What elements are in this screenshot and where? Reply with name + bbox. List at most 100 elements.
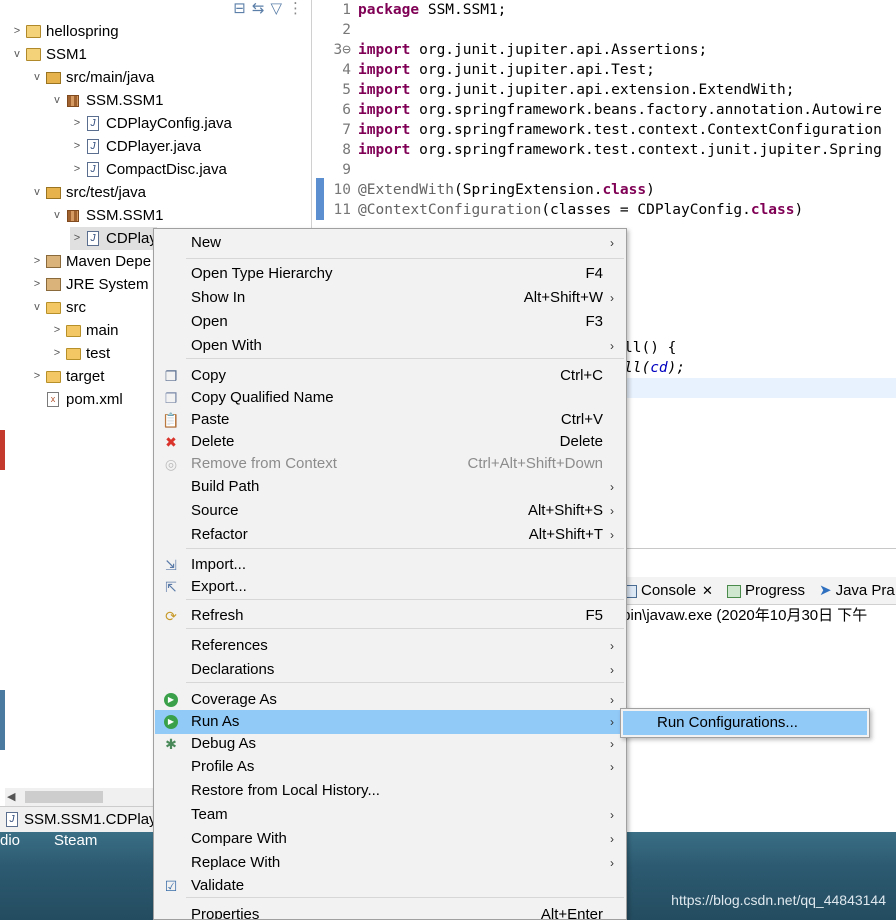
tree-item[interactable]: > J CompactDisc.java	[70, 158, 227, 181]
tree-item[interactable]: > J CDPlayer.java	[70, 135, 201, 158]
chevron-down-icon[interactable]: v	[30, 66, 44, 89]
tree-item[interactable]: v src	[30, 296, 86, 319]
line-number: 11	[333, 202, 351, 218]
tree-item[interactable]: > J CDPlayConfig.java	[70, 112, 232, 135]
desktop-label-dio[interactable]: dio	[0, 832, 20, 849]
menu-item-label: Replace With	[191, 854, 281, 871]
chevron-down-icon[interactable]: v	[30, 181, 44, 204]
desktop-label-steam[interactable]: Steam	[54, 832, 97, 849]
chevron-down-icon[interactable]: v	[30, 296, 44, 319]
menu-item-label: Show In	[191, 289, 246, 306]
tree-item-label: src/main/java	[66, 69, 155, 86]
chevron-right-icon[interactable]: >	[30, 250, 44, 273]
folder-icon-glyph	[45, 301, 61, 314]
chevron-down-icon[interactable]: v	[50, 204, 64, 227]
menu-item-copy-qualified-name[interactable]: ❐ Copy Qualified Name	[155, 386, 625, 410]
menu-item-declarations[interactable]: Declarations ›	[155, 658, 625, 682]
menu-item-shortcut: Ctrl+V	[560, 411, 603, 428]
tree-item[interactable]: v src/main/java	[30, 66, 154, 89]
menu-item-team[interactable]: Team ›	[155, 803, 625, 827]
menu-item-open-type-hierarchy[interactable]: Open Type Hierarchy F4	[155, 262, 625, 286]
code-text: package SSM.SSM1;	[358, 2, 507, 18]
menu-item-debug-as[interactable]: ✱ Debug As ›	[155, 732, 625, 756]
chevron-right-icon[interactable]: >	[10, 20, 24, 43]
menu-item-label: Open	[191, 313, 228, 330]
tree-item[interactable]: > JRE System	[30, 273, 149, 296]
menu-item-copy[interactable]: ❐ Copy Ctrl+C	[155, 364, 625, 388]
menu-item-label: Copy	[191, 367, 227, 384]
folder-icon	[64, 323, 82, 339]
tab-java-pra[interactable]: ➤ Java Pra	[819, 577, 895, 605]
tree-item[interactable]: v SSM.SSM1	[50, 89, 164, 112]
tree-item-label: target	[66, 368, 105, 385]
tab-progress[interactable]: Progress	[727, 577, 805, 605]
chevron-right-icon: ›	[610, 693, 614, 707]
close-icon[interactable]: ✕	[702, 577, 713, 605]
source-folder-icon-glyph	[45, 71, 61, 84]
menu-item-open[interactable]: Open F3	[155, 310, 625, 334]
chevron-down-icon[interactable]: v	[10, 43, 24, 66]
menu-item-build-path[interactable]: Build Path ›	[155, 475, 625, 499]
tree-item[interactable]: > target	[30, 365, 105, 388]
chevron-right-icon[interactable]: >	[50, 342, 64, 365]
filter-icon[interactable]: ▽	[270, 0, 282, 20]
menu-item-source[interactable]: Source Alt+Shift+S ›	[155, 499, 625, 523]
scroll-left-icon[interactable]: ◀	[7, 788, 15, 806]
menu-item-shortcut: Alt+Shift+S	[527, 502, 603, 519]
chevron-right-icon[interactable]: >	[70, 158, 84, 181]
chevron-right-icon[interactable]: >	[70, 135, 84, 158]
menu-item-properties[interactable]: Properties Alt+Enter	[155, 903, 625, 920]
menu-item-open-with[interactable]: Open With ›	[155, 334, 625, 358]
menu-item-new[interactable]: New ›	[155, 231, 625, 255]
menu-item-validate[interactable]: ☑ Validate	[155, 874, 625, 898]
menu-item-compare-with[interactable]: Compare With ›	[155, 827, 625, 851]
chevron-right-icon[interactable]: >	[70, 112, 84, 135]
tree-item[interactable]: > hellospring	[10, 20, 119, 43]
chevron-right-icon[interactable]: >	[70, 227, 84, 250]
tree-item[interactable]: v src/test/java	[30, 181, 146, 204]
menu-item-label: Remove from Context	[191, 455, 337, 472]
line-number: 4	[342, 62, 351, 78]
tree-item[interactable]: > J CDPlay	[70, 227, 157, 250]
line-number: 9	[342, 162, 351, 178]
link-with-editor-icon[interactable]: ⇆	[252, 0, 265, 20]
menu-item-replace-with[interactable]: Replace With ›	[155, 851, 625, 875]
menu-item-shortcut: Ctrl+Alt+Shift+Down	[467, 455, 603, 472]
menu-item-run-as[interactable]: ▶ Run As ›	[155, 710, 625, 734]
menu-item-show-in[interactable]: Show In Alt+Shift+W ›	[155, 286, 625, 310]
java-file-icon: J	[84, 231, 102, 247]
menu-item-run-configurations[interactable]: Run Configurations...	[623, 711, 867, 735]
menu-separator	[186, 628, 624, 629]
menu-item-shortcut: Alt+Shift+W	[523, 289, 603, 306]
menu-item-coverage-as[interactable]: ▶ Coverage As ›	[155, 688, 625, 712]
tree-item[interactable]: v SSM1	[10, 43, 87, 66]
chevron-right-icon[interactable]: >	[30, 273, 44, 296]
collapse-all-icon[interactable]: ⊟	[233, 0, 246, 20]
menu-item-import[interactable]: ⇲ Import...	[155, 553, 625, 577]
tree-item[interactable]: > test	[50, 342, 110, 365]
view-menu-icon[interactable]: ⋮	[288, 0, 303, 20]
chevron-right-icon: ›	[610, 291, 614, 305]
menu-item-label: Build Path	[191, 478, 260, 495]
menu-item-export[interactable]: ⇱ Export...	[155, 575, 625, 599]
chevron-down-icon[interactable]: v	[50, 89, 64, 112]
tree-item-label: SSM.SSM1	[86, 92, 164, 109]
tree-item[interactable]: x pom.xml	[30, 388, 123, 411]
tree-item[interactable]: v SSM.SSM1	[50, 204, 163, 227]
menu-item-references[interactable]: References ›	[155, 634, 625, 658]
tab-console[interactable]: Console ✕	[623, 577, 713, 605]
tree-item[interactable]: > main	[50, 319, 119, 342]
menu-item-shortcut: Alt+Enter	[540, 906, 603, 920]
chevron-right-icon[interactable]: >	[30, 365, 44, 388]
menu-item-restore-from-local-history[interactable]: Restore from Local History...	[155, 779, 625, 803]
chevron-right-icon: ›	[610, 528, 614, 542]
menu-item-refactor[interactable]: Refactor Alt+Shift+T ›	[155, 523, 625, 547]
menu-item-delete[interactable]: ✖ Delete Delete	[155, 430, 625, 454]
chevron-right-icon: ›	[610, 808, 614, 822]
menu-item-refresh[interactable]: ⟳ Refresh F5	[155, 604, 625, 628]
scrollbar-thumb[interactable]	[25, 791, 103, 803]
chevron-right-icon[interactable]: >	[50, 319, 64, 342]
menu-item-paste[interactable]: 📋 Paste Ctrl+V	[155, 408, 625, 432]
menu-item-profile-as[interactable]: Profile As ›	[155, 755, 625, 779]
tree-item[interactable]: > Maven Depe	[30, 250, 151, 273]
